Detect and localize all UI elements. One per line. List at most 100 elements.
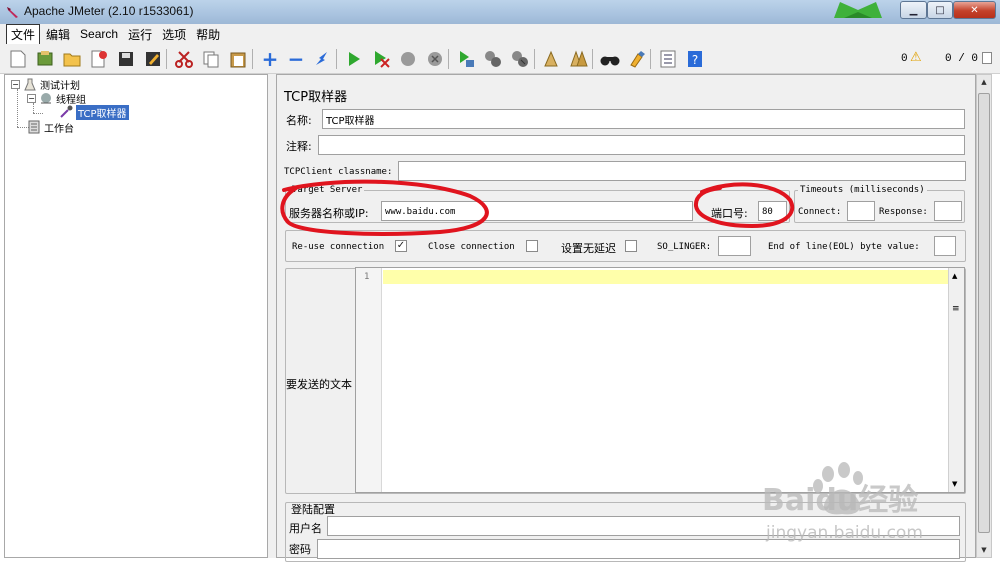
password-label: 密码	[289, 543, 311, 556]
menu-edit[interactable]: 编辑	[42, 25, 74, 44]
connect-label: Connect:	[798, 207, 842, 217]
remote-start-icon[interactable]	[456, 49, 476, 69]
server-label: 服务器名称或IP:	[289, 207, 369, 220]
save-icon[interactable]	[116, 49, 136, 69]
search-icon[interactable]	[600, 49, 620, 69]
tree-label-workbench: 工作台	[44, 123, 74, 135]
tree-node-test-plan[interactable]: − 测试计划	[11, 77, 80, 92]
username-label: 用户名	[289, 522, 322, 535]
workbench-icon	[27, 120, 41, 134]
start-icon[interactable]	[344, 49, 364, 69]
warning-count: 0	[901, 53, 908, 65]
line-gutter: 1	[356, 268, 382, 492]
eol-label: End of line(EOL) byte value:	[768, 242, 920, 252]
start-no-pause-icon[interactable]	[371, 49, 391, 69]
line-number: 1	[364, 272, 370, 282]
menu-bar: 文件 编辑 Search 运行 选项 帮助	[0, 23, 1000, 45]
tree-label-test-plan: 测试计划	[40, 80, 80, 92]
solinger-field[interactable]	[718, 236, 751, 256]
port-label: 端口号:	[711, 207, 748, 220]
watermark-url: jingyan.baidu.com	[765, 523, 923, 543]
connect-timeout-field[interactable]	[847, 201, 875, 221]
nodelay-checkbox[interactable]	[625, 240, 637, 252]
scroll-up-icon[interactable]: ▲	[979, 78, 989, 86]
function-helper-icon[interactable]	[658, 49, 678, 69]
name-field[interactable]	[322, 109, 965, 129]
thread-group-icon	[39, 91, 53, 105]
log-viewer-icon[interactable]	[982, 52, 992, 64]
eol-field[interactable]	[934, 236, 956, 256]
test-plan-icon	[23, 77, 37, 91]
warning-icon: ⚠	[910, 50, 922, 65]
editor-scrollbar[interactable]: ▲ ≡ ▼	[948, 268, 964, 492]
help-icon[interactable]: ?	[685, 49, 705, 69]
open-icon[interactable]	[62, 49, 82, 69]
stop-icon[interactable]	[398, 49, 418, 69]
menu-options[interactable]: 选项	[158, 25, 190, 44]
scroll-up-icon[interactable]: ▲	[952, 272, 957, 280]
expand-icon[interactable]: +	[260, 47, 280, 71]
close-file-icon[interactable]	[89, 49, 109, 69]
test-plan-tree: − 测试计划 − 线程组 TCP取样器 工作台	[4, 74, 268, 558]
copy-icon[interactable]	[201, 49, 221, 69]
scroll-grip-icon: ≡	[952, 304, 960, 314]
reuse-connection-label: Re-use connection	[292, 242, 385, 252]
tree-label-tcp-sampler: TCP取样器	[76, 104, 129, 120]
clear-icon[interactable]	[542, 49, 562, 69]
remote-stop-icon[interactable]	[483, 49, 503, 69]
timeouts-title: Timeouts (milliseconds)	[798, 185, 927, 195]
reset-search-icon[interactable]	[627, 49, 647, 69]
save-as-icon[interactable]	[143, 49, 163, 69]
menu-run[interactable]: 运行	[124, 25, 156, 44]
comment-label: 注释:	[286, 140, 312, 153]
title-bar: Apache JMeter (2.10 r1533061) ▁ □ ✕	[0, 0, 1000, 24]
comment-field[interactable]	[318, 135, 965, 155]
thread-count: 0 / 0	[945, 53, 979, 65]
collapse-toggle-icon[interactable]: −	[27, 93, 36, 103]
minimize-button[interactable]: ▁	[900, 1, 927, 19]
tree-node-thread-group[interactable]: − 线程组	[27, 91, 86, 106]
target-server-title: Target Server	[290, 185, 365, 195]
login-config-title: 登陆配置	[291, 503, 335, 516]
window-title: Apache JMeter (2.10 r1533061)	[24, 4, 194, 18]
new-icon[interactable]	[8, 49, 28, 69]
menu-file[interactable]: 文件	[6, 23, 41, 45]
collapse-toggle-icon[interactable]: −	[11, 79, 20, 89]
current-line-highlight	[383, 270, 948, 284]
tree-label-thread-group: 线程组	[56, 94, 86, 106]
name-label: 名称:	[286, 114, 312, 127]
splitter[interactable]	[268, 74, 276, 558]
templates-icon[interactable]	[35, 49, 55, 69]
port-field[interactable]	[758, 201, 787, 221]
response-label: Response:	[879, 207, 928, 217]
classname-field[interactable]	[398, 161, 966, 181]
close-button[interactable]: ✕	[953, 1, 996, 19]
baidu-watermark-logo: Baidu经验 jingyan.baidu.com	[762, 462, 923, 543]
remote-shutdown-icon[interactable]	[510, 49, 530, 69]
maximize-button[interactable]: □	[927, 1, 953, 19]
text-to-send-label: 要发送的文本	[286, 378, 352, 391]
tree-node-workbench[interactable]: 工作台	[27, 120, 74, 135]
toggle-icon[interactable]	[312, 49, 332, 69]
watermark-brand: Baidu经验	[762, 483, 918, 518]
close-connection-label: Close connection	[428, 242, 515, 252]
shutdown-icon[interactable]	[425, 49, 445, 69]
sampler-pipette-icon	[59, 105, 73, 119]
panel-title: TCP取样器	[284, 90, 348, 105]
menu-help[interactable]: 帮助	[192, 25, 224, 44]
collapse-icon[interactable]: −	[286, 47, 306, 71]
response-timeout-field[interactable]	[934, 201, 962, 221]
toolbar: + − ? 0 ⚠ 0 / 0	[0, 44, 1000, 74]
jmeter-feather-icon	[7, 7, 18, 18]
server-field[interactable]	[381, 201, 693, 221]
classname-label: TCPClient classname:	[284, 167, 393, 177]
clear-all-icon[interactable]	[569, 49, 589, 69]
reuse-connection-checkbox[interactable]: ✓	[395, 240, 407, 252]
svg-text:?: ?	[692, 53, 698, 67]
solinger-label: SO_LINGER:	[657, 242, 712, 252]
cut-icon[interactable]	[174, 49, 194, 69]
tree-node-tcp-sampler[interactable]: TCP取样器	[59, 104, 129, 120]
close-connection-checkbox[interactable]	[526, 240, 538, 252]
paste-icon[interactable]	[228, 49, 248, 69]
menu-search[interactable]: Search	[76, 26, 122, 42]
